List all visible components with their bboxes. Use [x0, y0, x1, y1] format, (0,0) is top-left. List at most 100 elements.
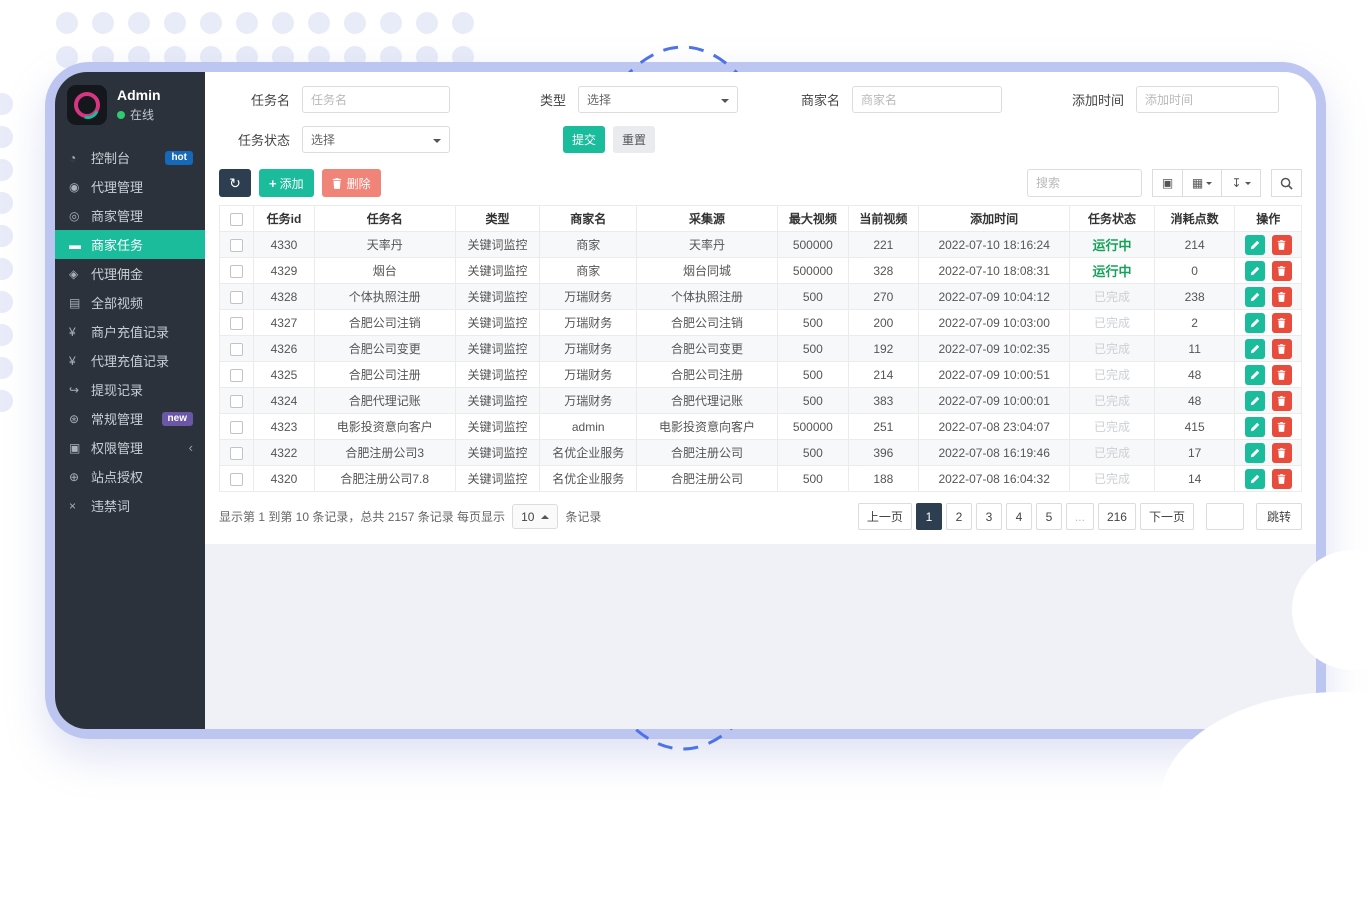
cell-merchant: 万瑞财务 — [540, 284, 637, 310]
sidebar-item-general-settings[interactable]: ⊛常规管理new — [55, 404, 205, 433]
toggle-view-button[interactable]: ▣ — [1152, 169, 1183, 197]
merchant-name-input[interactable] — [852, 86, 1002, 113]
cell-actions — [1235, 414, 1302, 440]
cell-type: 关键词监控 — [455, 414, 540, 440]
delete-row-button[interactable] — [1272, 313, 1292, 333]
sidebar-item-videos[interactable]: ▤全部视频 — [55, 288, 205, 317]
edit-button[interactable] — [1245, 417, 1265, 437]
cell-source: 合肥公司注销 — [637, 310, 778, 336]
table-row: 4329 烟台 关键词监控 商家 烟台同城 500000 328 2022-07… — [220, 258, 1302, 284]
page-button-3[interactable]: 3 — [976, 503, 1002, 530]
cell-type: 关键词监控 — [455, 232, 540, 258]
export-button[interactable]: ↧ — [1221, 169, 1261, 197]
row-checkbox[interactable] — [230, 473, 243, 486]
row-checkbox[interactable] — [230, 239, 243, 252]
add-time-input[interactable] — [1136, 86, 1279, 113]
cell-status: 已完成 — [1070, 440, 1155, 466]
columns-button[interactable]: ▦ — [1182, 169, 1222, 197]
withdraw-icon: ↪ — [69, 383, 91, 397]
trash-icon — [1277, 292, 1286, 302]
row-checkbox[interactable] — [230, 317, 243, 330]
trash-icon — [1277, 266, 1286, 276]
delete-row-button[interactable] — [1272, 235, 1292, 255]
edit-button[interactable] — [1245, 261, 1265, 281]
per-page-select[interactable]: 10 — [512, 504, 558, 529]
page-button-4[interactable]: 4 — [1006, 503, 1032, 530]
search-button[interactable] — [1271, 169, 1302, 197]
table-row: 4326 合肥公司变更 关键词监控 万瑞财务 合肥公司变更 500 192 20… — [220, 336, 1302, 362]
sidebar-item-merchant-recharge[interactable]: ¥商户充值记录 — [55, 317, 205, 346]
sidebar-item-withdrawals[interactable]: ↪提现记录 — [55, 375, 205, 404]
sidebar-item-merchants[interactable]: ◎商家管理 — [55, 201, 205, 230]
page-button-5[interactable]: 5 — [1036, 503, 1062, 530]
edit-button[interactable] — [1245, 339, 1265, 359]
delete-row-button[interactable] — [1272, 469, 1292, 489]
yen-icon: ¥ — [69, 325, 91, 339]
jump-page-input[interactable] — [1206, 503, 1244, 530]
edit-button[interactable] — [1245, 391, 1265, 411]
cell-type: 关键词监控 — [455, 284, 540, 310]
delete-row-button[interactable] — [1272, 443, 1292, 463]
records-info: 显示第 1 到第 10 条记录，总共 2157 条记录 每页显示 — [219, 508, 505, 525]
delete-row-button[interactable] — [1272, 261, 1292, 281]
cell-max-videos: 500 — [778, 362, 849, 388]
type-select[interactable]: 选择 — [578, 86, 738, 113]
sidebar-item-banned-words[interactable]: ×违禁词 — [55, 491, 205, 520]
cell-points: 48 — [1154, 388, 1235, 414]
cell-task-id: 4328 — [254, 284, 314, 310]
page-button-2[interactable]: 2 — [946, 503, 972, 530]
column-header: 当前视频 — [848, 206, 919, 232]
sidebar-item-agents[interactable]: ◉代理管理 — [55, 172, 205, 201]
task-status-select[interactable]: 选择 — [302, 126, 450, 153]
delete-row-button[interactable] — [1272, 287, 1292, 307]
row-checkbox[interactable] — [230, 291, 243, 304]
cell-add-time: 2022-07-09 10:00:51 — [919, 362, 1070, 388]
sidebar-item-permissions[interactable]: ▣权限管理‹ — [55, 433, 205, 462]
next-page-button[interactable]: 下一页 — [1140, 503, 1194, 530]
refresh-button[interactable]: ↻ — [219, 169, 251, 197]
row-checkbox[interactable] — [230, 395, 243, 408]
cell-task-id: 4325 — [254, 362, 314, 388]
cell-status: 运行中 — [1070, 258, 1155, 284]
page-button-216[interactable]: 216 — [1098, 503, 1136, 530]
cell-task-id: 4322 — [254, 440, 314, 466]
row-checkbox[interactable] — [230, 369, 243, 382]
sidebar-item-commission[interactable]: ◈代理佣金 — [55, 259, 205, 288]
edit-button[interactable] — [1245, 443, 1265, 463]
cell-source: 天率丹 — [637, 232, 778, 258]
cell-current-videos: 396 — [848, 440, 919, 466]
jump-button[interactable]: 跳转 — [1256, 503, 1302, 530]
prev-page-button[interactable]: 上一页 — [858, 503, 912, 530]
row-checkbox[interactable] — [230, 421, 243, 434]
delete-button[interactable]: 删除 — [322, 169, 381, 197]
search-input[interactable] — [1027, 169, 1142, 197]
delete-row-button[interactable] — [1272, 417, 1292, 437]
sidebar-item-dashboard[interactable]: ◔控制台hot — [55, 143, 205, 172]
select-all-checkbox[interactable] — [230, 213, 243, 226]
sidebar-item-merchant-tasks[interactable]: ▬商家任务 — [55, 230, 205, 259]
edit-button[interactable] — [1245, 287, 1265, 307]
submit-button[interactable]: 提交 — [563, 126, 605, 153]
table-row: 4322 合肥注册公司3 关键词监控 名优企业服务 合肥注册公司 500 396… — [220, 440, 1302, 466]
delete-row-button[interactable] — [1272, 391, 1292, 411]
sidebar-item-agent-recharge[interactable]: ¥代理充值记录 — [55, 346, 205, 375]
task-name-input[interactable] — [302, 86, 450, 113]
page-button-1[interactable]: 1 — [916, 503, 942, 530]
delete-row-button[interactable] — [1272, 365, 1292, 385]
row-checkbox[interactable] — [230, 343, 243, 356]
add-button[interactable]: + 添加 — [259, 169, 314, 197]
cell-task-name: 电影投资意向客户 — [314, 414, 455, 440]
row-checkbox[interactable] — [230, 265, 243, 278]
reset-button[interactable]: 重置 — [613, 126, 655, 153]
edit-button[interactable] — [1245, 365, 1265, 385]
chevron-down-icon — [1206, 182, 1212, 188]
delete-row-button[interactable] — [1272, 339, 1292, 359]
user-status: 在线 — [117, 106, 161, 123]
edit-button[interactable] — [1245, 313, 1265, 333]
sidebar-item-site-auth[interactable]: ⊕站点授权 — [55, 462, 205, 491]
edit-button[interactable] — [1245, 469, 1265, 489]
cell-current-videos: 221 — [848, 232, 919, 258]
row-checkbox[interactable] — [230, 447, 243, 460]
edit-button[interactable] — [1245, 235, 1265, 255]
cell-source: 烟台同城 — [637, 258, 778, 284]
